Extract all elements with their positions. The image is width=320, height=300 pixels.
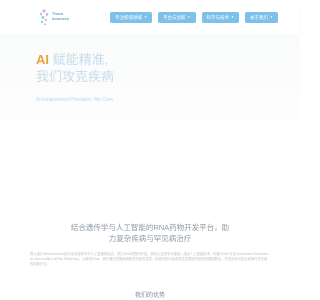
hero-subtitle: AI Empowered Precision, We Cure: [36, 97, 114, 103]
hero-headline-line1: AI 赋能精准,: [36, 52, 108, 68]
hero-ai-word: AI: [36, 52, 49, 67]
logo-mark-icon: [39, 9, 49, 26]
intro-title-line2: 力复杂疾病与罕见病治疗: [108, 234, 192, 243]
nav-item-platform[interactable]: 平台与创新 ▼: [158, 11, 196, 23]
hero-headline-line2: 我们攻克疾病: [36, 69, 115, 84]
intro-title-line1: 结合遗传学与人工智能的RNA药物开发平台，助: [70, 223, 230, 232]
logo[interactable]: Thera Innovera: [38, 6, 78, 28]
hero-section: AI 赋能精准, 我们攻克疾病 AI Empowered Precision, …: [0, 34, 300, 174]
nav-item-label: 科学与技术: [206, 14, 230, 20]
chevron-down-icon: ▼: [231, 14, 235, 19]
hero-headline-rest: 赋能精准,: [49, 52, 109, 67]
main-nav: 专注疾病领域 ▼ 平台与创新 ▼ 科学与技术 ▼ 关于我们 ▼: [110, 10, 278, 24]
nav-item-label: 关于我们: [250, 14, 269, 20]
chevron-down-icon: ▼: [270, 14, 273, 19]
nav-item-science[interactable]: 科学与技术 ▼: [201, 11, 240, 23]
nav-item-disease-areas[interactable]: 专注疾病领域 ▼: [110, 11, 153, 23]
chevron-down-icon: ▼: [187, 14, 191, 19]
chevron-down-icon: ▼: [144, 14, 148, 19]
intro-title: 结合遗传学与人工智能的RNA药物开发平台，助 力复杂疾病与罕见病治疗: [0, 222, 300, 244]
nav-item-label: 专注疾病领域: [115, 14, 143, 20]
intro-body-text: 赛以诺(Thera Innovera)的平台将遗传学与人工智能相结合，助力RNA…: [30, 252, 269, 267]
nav-item-about[interactable]: 关于我们 ▼: [245, 11, 278, 23]
logo-text: Thera Innovera: [52, 11, 69, 21]
logo-text-line2: Innovera: [52, 16, 69, 21]
advantages-section-title: 我们的优势: [134, 293, 165, 299]
nav-item-label: 平台与创新: [163, 14, 186, 20]
site-header: Thera Innovera 专注疾病领域 ▼ 平台与创新 ▼ 科学与技术 ▼ …: [0, 0, 300, 34]
